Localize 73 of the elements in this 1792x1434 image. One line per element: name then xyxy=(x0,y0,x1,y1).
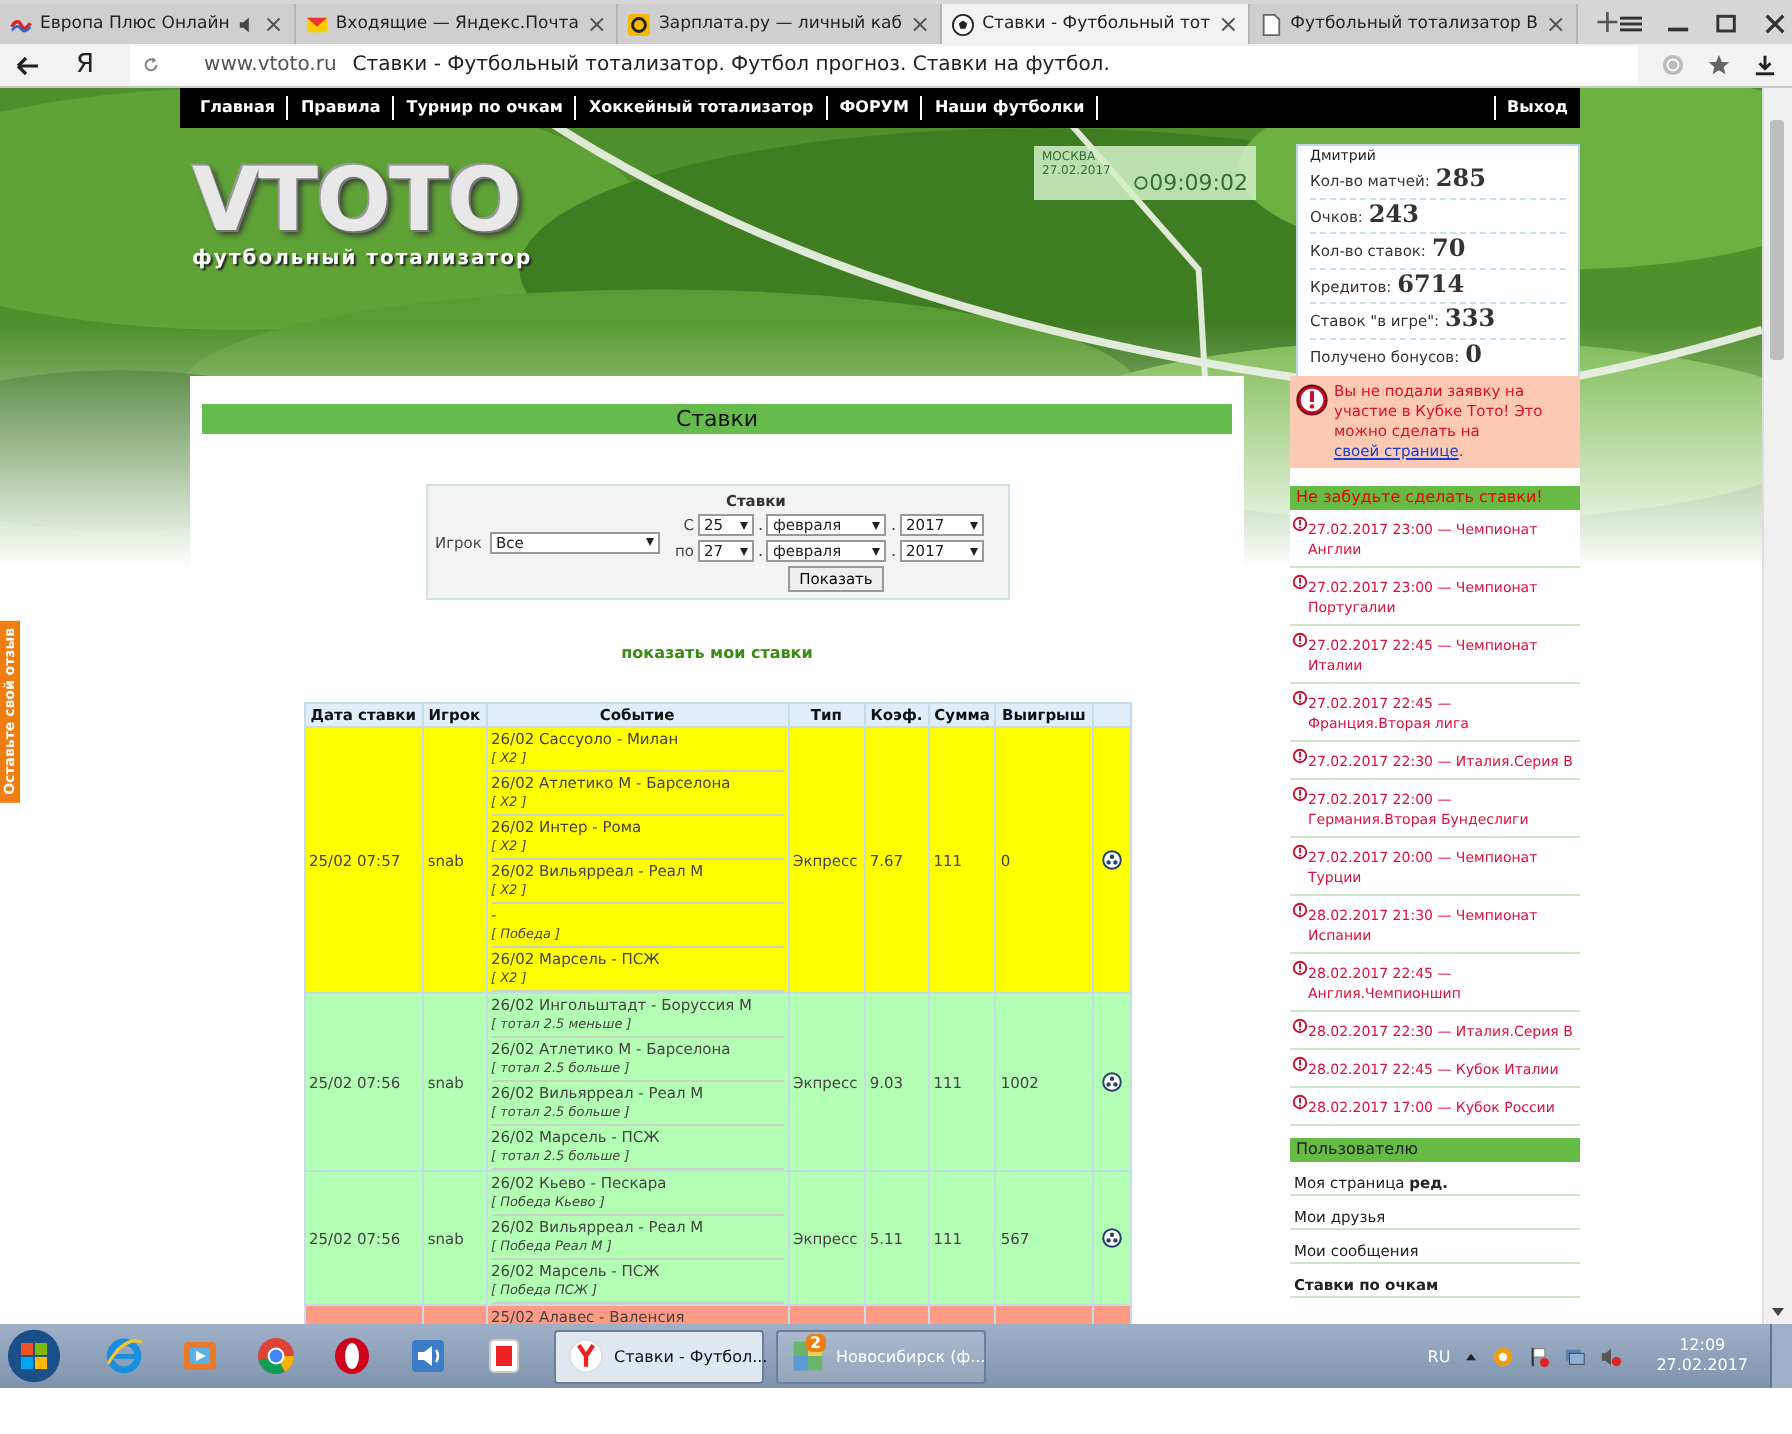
ball-icon[interactable] xyxy=(1101,1228,1121,1248)
flag-icon[interactable] xyxy=(1528,1345,1551,1367)
nav-link[interactable]: Наши футболки xyxy=(922,96,1099,120)
date-separator: . xyxy=(890,516,897,534)
warning-icon xyxy=(1296,384,1328,416)
address-field[interactable]: www.vtoto.ru Ставки - Футбольный тотализатор. Футбол прогноз. Ставки на футбол. xyxy=(130,46,1638,84)
clock-time: 09:09:02 xyxy=(1149,170,1248,196)
scrollbar[interactable] xyxy=(1762,88,1792,1324)
yandex-app-icon[interactable] xyxy=(484,1336,524,1376)
tab-close-button[interactable]: × xyxy=(1218,10,1239,38)
menu-icon[interactable] xyxy=(1620,14,1643,34)
tab-close-button[interactable]: × xyxy=(910,10,931,38)
opera-icon[interactable] xyxy=(332,1336,372,1376)
browser-tab[interactable]: Футбольный тотализатор В × xyxy=(1250,4,1578,44)
browser-tab[interactable]: Европа Плюс Онлайн × xyxy=(0,4,296,44)
scroll-down-icon[interactable] xyxy=(1770,1306,1786,1318)
my-bets-link[interactable]: показать мои ставки xyxy=(621,644,813,662)
nav-link[interactable]: ФОРУМ xyxy=(827,96,923,120)
new-tab-button[interactable]: + xyxy=(1593,4,1621,40)
ball-icon[interactable] xyxy=(1101,1072,1121,1092)
count-badge: 2 xyxy=(806,1333,826,1351)
browser-tab[interactable]: Входящие — Яндекс.Почта × xyxy=(295,4,619,44)
chrome-icon[interactable] xyxy=(256,1336,296,1376)
yandex-logo[interactable]: Я xyxy=(76,50,95,80)
stat-value: 6714 xyxy=(1397,269,1465,297)
muted-speaker-icon[interactable] xyxy=(1600,1345,1623,1367)
nav-link[interactable]: Хоккейный тотализатор xyxy=(576,96,828,120)
tab-title: Европа Плюс Онлайн xyxy=(40,14,230,34)
stat-value: 0 xyxy=(1465,339,1482,367)
stat-value: 70 xyxy=(1431,234,1466,262)
nav-link[interactable]: Главная xyxy=(188,96,289,120)
star-icon[interactable] xyxy=(1708,54,1730,76)
tab-title: Футбольный тотализатор В xyxy=(1290,14,1538,34)
maximize-icon[interactable] xyxy=(1716,14,1739,34)
envelope-icon xyxy=(305,13,328,35)
stat-value: 285 xyxy=(1435,164,1486,192)
back-arrow-icon[interactable] xyxy=(16,55,40,75)
date-separator: . xyxy=(757,516,763,534)
browser-tab[interactable]: Зарплата.ру — личный каб × xyxy=(618,4,943,44)
logout-link[interactable]: Выход xyxy=(1493,96,1580,120)
tab-close-button[interactable]: × xyxy=(263,10,284,38)
browser-tab[interactable]: Ставки - Футбольный тот × xyxy=(942,4,1251,44)
reload-icon[interactable] xyxy=(142,56,161,74)
taskbar-window-button[interactable]: Ставки - Футбол... xyxy=(554,1329,764,1383)
date-separator: . xyxy=(757,542,763,560)
ball-icon[interactable] xyxy=(1101,850,1121,870)
page-icon xyxy=(1260,13,1283,35)
user-menu-header: Пользователю xyxy=(1290,1138,1580,1162)
nav-link[interactable]: Правила xyxy=(288,96,395,120)
reminder-header: Не забудьте сделать ставки! xyxy=(1290,486,1580,510)
media-player-icon[interactable] xyxy=(180,1336,220,1376)
scrollbar-thumb[interactable] xyxy=(1770,120,1784,360)
speaker-icon[interactable] xyxy=(408,1336,448,1376)
ball-icon xyxy=(952,13,975,35)
tab-close-button[interactable]: × xyxy=(586,10,607,38)
network-icon[interactable] xyxy=(1564,1345,1587,1367)
stat-value: 333 xyxy=(1445,304,1496,332)
tray-expand-icon[interactable] xyxy=(1464,1351,1479,1361)
stat-value: 243 xyxy=(1368,199,1419,227)
download-icon[interactable] xyxy=(1754,54,1776,76)
clock-icon xyxy=(1133,176,1148,190)
section-title: Ставки xyxy=(202,404,1232,434)
logo-tagline: футбольный тотализатор xyxy=(192,248,535,270)
close-icon[interactable] xyxy=(1764,14,1787,34)
tab-title: Ставки - Футбольный тот xyxy=(982,14,1211,34)
browser-y-icon xyxy=(568,1338,604,1374)
tab-title: Зарплата.ру — личный каб xyxy=(658,14,902,34)
nav-link[interactable]: Турнир по очкам xyxy=(394,96,577,120)
start-button[interactable] xyxy=(6,1328,62,1384)
coin-icon xyxy=(628,13,651,35)
tab-close-button[interactable]: × xyxy=(1545,10,1566,38)
date-separator: . xyxy=(890,542,897,560)
tab-title: Входящие — Яндекс.Почта xyxy=(335,14,579,34)
